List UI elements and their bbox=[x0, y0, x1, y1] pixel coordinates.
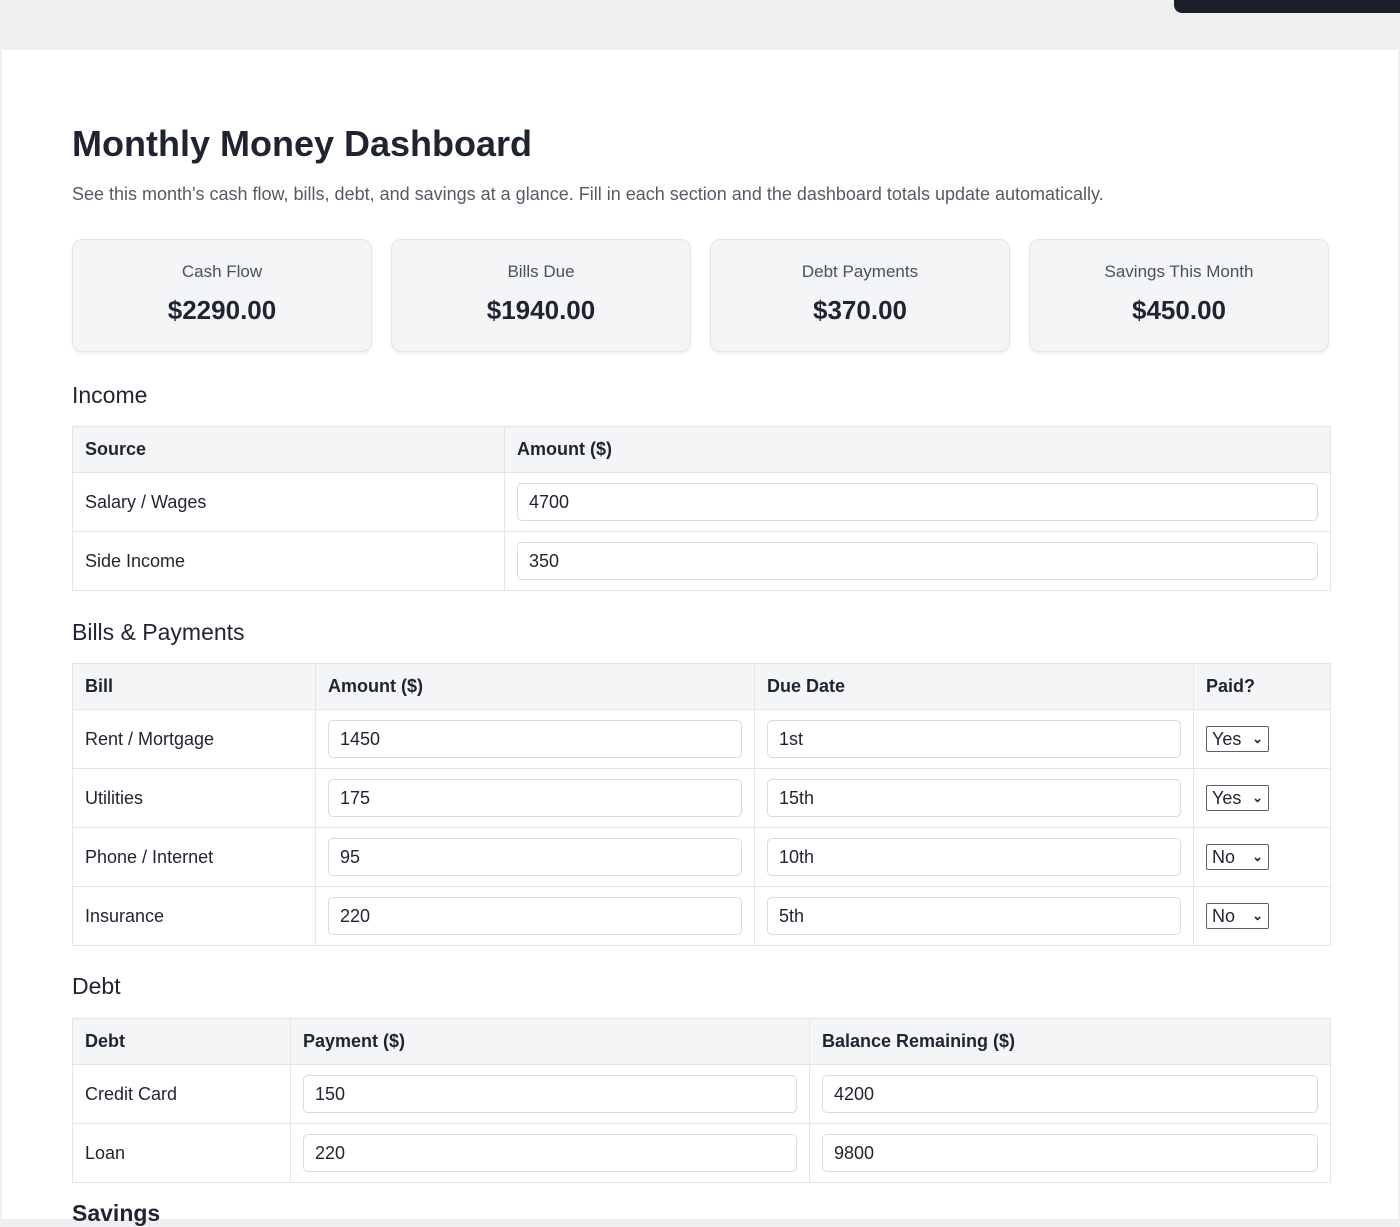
column-header: Paid? bbox=[1193, 663, 1331, 710]
card-value: $1940.00 bbox=[486, 295, 596, 325]
income-source: Salary / Wages bbox=[72, 472, 505, 532]
card-value: $370.00 bbox=[813, 295, 907, 325]
debt-payments-card: Debt Payments $370.00 bbox=[710, 239, 1010, 352]
page-subtitle: See this month's cash flow, bills, debt,… bbox=[72, 184, 1104, 204]
savings-section-title: Savings bbox=[72, 1200, 161, 1226]
column-header: Bill bbox=[72, 663, 316, 710]
card-label: Cash Flow bbox=[181, 262, 263, 281]
paid-select-value: No bbox=[1212, 906, 1236, 926]
bill-name: Rent / Mortgage bbox=[72, 709, 316, 769]
bill-name: Utilities bbox=[72, 768, 316, 828]
chevron-down-icon: ⌄ bbox=[1252, 731, 1263, 746]
column-header: Amount ($) bbox=[504, 426, 1331, 473]
table-row: Insurance 220 5th No ⌄ bbox=[72, 886, 1331, 946]
card-value: $2290.00 bbox=[167, 295, 277, 325]
chevron-down-icon: ⌄ bbox=[1252, 849, 1263, 864]
table-header-row: Debt Payment ($) Balance Remaining ($) bbox=[72, 1018, 1331, 1065]
due-cell: 5th bbox=[754, 886, 1194, 946]
table-row: Loan 220 9800 bbox=[72, 1123, 1331, 1183]
paid-cell: Yes ⌄ bbox=[1193, 709, 1331, 769]
cash-flow-card: Cash Flow $2290.00 bbox=[72, 239, 372, 352]
table-row: Salary / Wages 4700 bbox=[72, 472, 1331, 532]
top-action-button[interactable] bbox=[1174, 0, 1400, 13]
income-amount-input[interactable]: 4700 bbox=[517, 483, 1318, 521]
debt-table: Debt Payment ($) Balance Remaining ($) C… bbox=[72, 1018, 1331, 1183]
bill-amount-input[interactable]: 95 bbox=[328, 838, 742, 876]
card-label: Debt Payments bbox=[801, 262, 919, 281]
page-title: Monthly Money Dashboard bbox=[72, 123, 533, 164]
amount-cell: 350 bbox=[504, 531, 1331, 591]
debt-name: Loan bbox=[72, 1123, 291, 1183]
amount-cell: 4700 bbox=[504, 472, 1331, 532]
summary-cards: Cash Flow $2290.00 Bills Due $1940.00 De… bbox=[72, 239, 1330, 353]
payment-cell: 150 bbox=[290, 1064, 810, 1124]
balance-cell: 9800 bbox=[809, 1123, 1331, 1183]
bills-due-card: Bills Due $1940.00 bbox=[391, 239, 691, 352]
dashboard-page: Monthly Money Dashboard See this month's… bbox=[2, 50, 1398, 1226]
due-date-input[interactable]: 10th bbox=[767, 838, 1181, 876]
due-cell: 15th bbox=[754, 768, 1194, 828]
card-label: Bills Due bbox=[507, 262, 575, 281]
table-row: Rent / Mortgage 1450 1st Yes ⌄ bbox=[72, 709, 1331, 769]
paid-select[interactable]: No ⌄ bbox=[1206, 903, 1269, 929]
bills-table: Bill Amount ($) Due Date Paid? Rent / Mo… bbox=[72, 663, 1331, 946]
amount-cell: 220 bbox=[315, 886, 755, 946]
column-header: Debt bbox=[72, 1018, 291, 1065]
debt-name: Credit Card bbox=[72, 1064, 291, 1124]
amount-cell: 1450 bbox=[315, 709, 755, 769]
bill-amount-input[interactable]: 220 bbox=[328, 897, 742, 935]
paid-select-value: Yes bbox=[1212, 788, 1242, 808]
paid-cell: No ⌄ bbox=[1193, 827, 1331, 887]
amount-cell: 175 bbox=[315, 768, 755, 828]
debt-balance-input[interactable]: 4200 bbox=[822, 1075, 1318, 1113]
paid-select-value: No bbox=[1212, 847, 1236, 867]
column-header: Due Date bbox=[754, 663, 1194, 710]
due-cell: 1st bbox=[754, 709, 1194, 769]
due-date-input[interactable]: 1st bbox=[767, 720, 1181, 758]
paid-cell: Yes ⌄ bbox=[1193, 768, 1331, 828]
table-header-row: Source Amount ($) bbox=[72, 426, 1331, 473]
card-value: $450.00 bbox=[1132, 295, 1226, 325]
debt-payment-input[interactable]: 150 bbox=[303, 1075, 797, 1113]
paid-select[interactable]: No ⌄ bbox=[1206, 844, 1269, 870]
column-header: Source bbox=[72, 426, 505, 473]
income-source: Side Income bbox=[72, 531, 505, 591]
debt-payment-input[interactable]: 220 bbox=[303, 1134, 797, 1172]
column-header: Payment ($) bbox=[290, 1018, 810, 1065]
bill-amount-input[interactable]: 175 bbox=[328, 779, 742, 817]
column-header: Amount ($) bbox=[315, 663, 755, 710]
bill-name: Insurance bbox=[72, 886, 316, 946]
table-row: Side Income 350 bbox=[72, 531, 1331, 591]
due-date-input[interactable]: 5th bbox=[767, 897, 1181, 935]
chevron-down-icon: ⌄ bbox=[1252, 908, 1263, 923]
debt-section-title: Debt bbox=[72, 973, 121, 999]
table-header-row: Bill Amount ($) Due Date Paid? bbox=[72, 663, 1331, 710]
income-section-title: Income bbox=[72, 382, 148, 408]
column-header: Balance Remaining ($) bbox=[809, 1018, 1331, 1065]
top-bar bbox=[0, 0, 1400, 50]
paid-select[interactable]: Yes ⌄ bbox=[1206, 726, 1269, 752]
card-label: Savings This Month bbox=[1104, 262, 1254, 281]
amount-cell: 95 bbox=[315, 827, 755, 887]
table-row: Utilities 175 15th Yes ⌄ bbox=[72, 768, 1331, 828]
due-date-input[interactable]: 15th bbox=[767, 779, 1181, 817]
bills-section-title: Bills & Payments bbox=[72, 619, 245, 645]
income-amount-input[interactable]: 350 bbox=[517, 542, 1318, 580]
savings-card: Savings This Month $450.00 bbox=[1029, 239, 1329, 352]
payment-cell: 220 bbox=[290, 1123, 810, 1183]
bill-name: Phone / Internet bbox=[72, 827, 316, 887]
debt-balance-input[interactable]: 9800 bbox=[822, 1134, 1318, 1172]
paid-select-value: Yes bbox=[1212, 729, 1242, 749]
table-row: Credit Card 150 4200 bbox=[72, 1064, 1331, 1124]
paid-select[interactable]: Yes ⌄ bbox=[1206, 785, 1269, 811]
due-cell: 10th bbox=[754, 827, 1194, 887]
table-row: Phone / Internet 95 10th No ⌄ bbox=[72, 827, 1331, 887]
bill-amount-input[interactable]: 1450 bbox=[328, 720, 742, 758]
paid-cell: No ⌄ bbox=[1193, 886, 1331, 946]
income-table: Source Amount ($) Salary / Wages 4700 Si… bbox=[72, 426, 1331, 591]
chevron-down-icon: ⌄ bbox=[1252, 790, 1263, 805]
balance-cell: 4200 bbox=[809, 1064, 1331, 1124]
